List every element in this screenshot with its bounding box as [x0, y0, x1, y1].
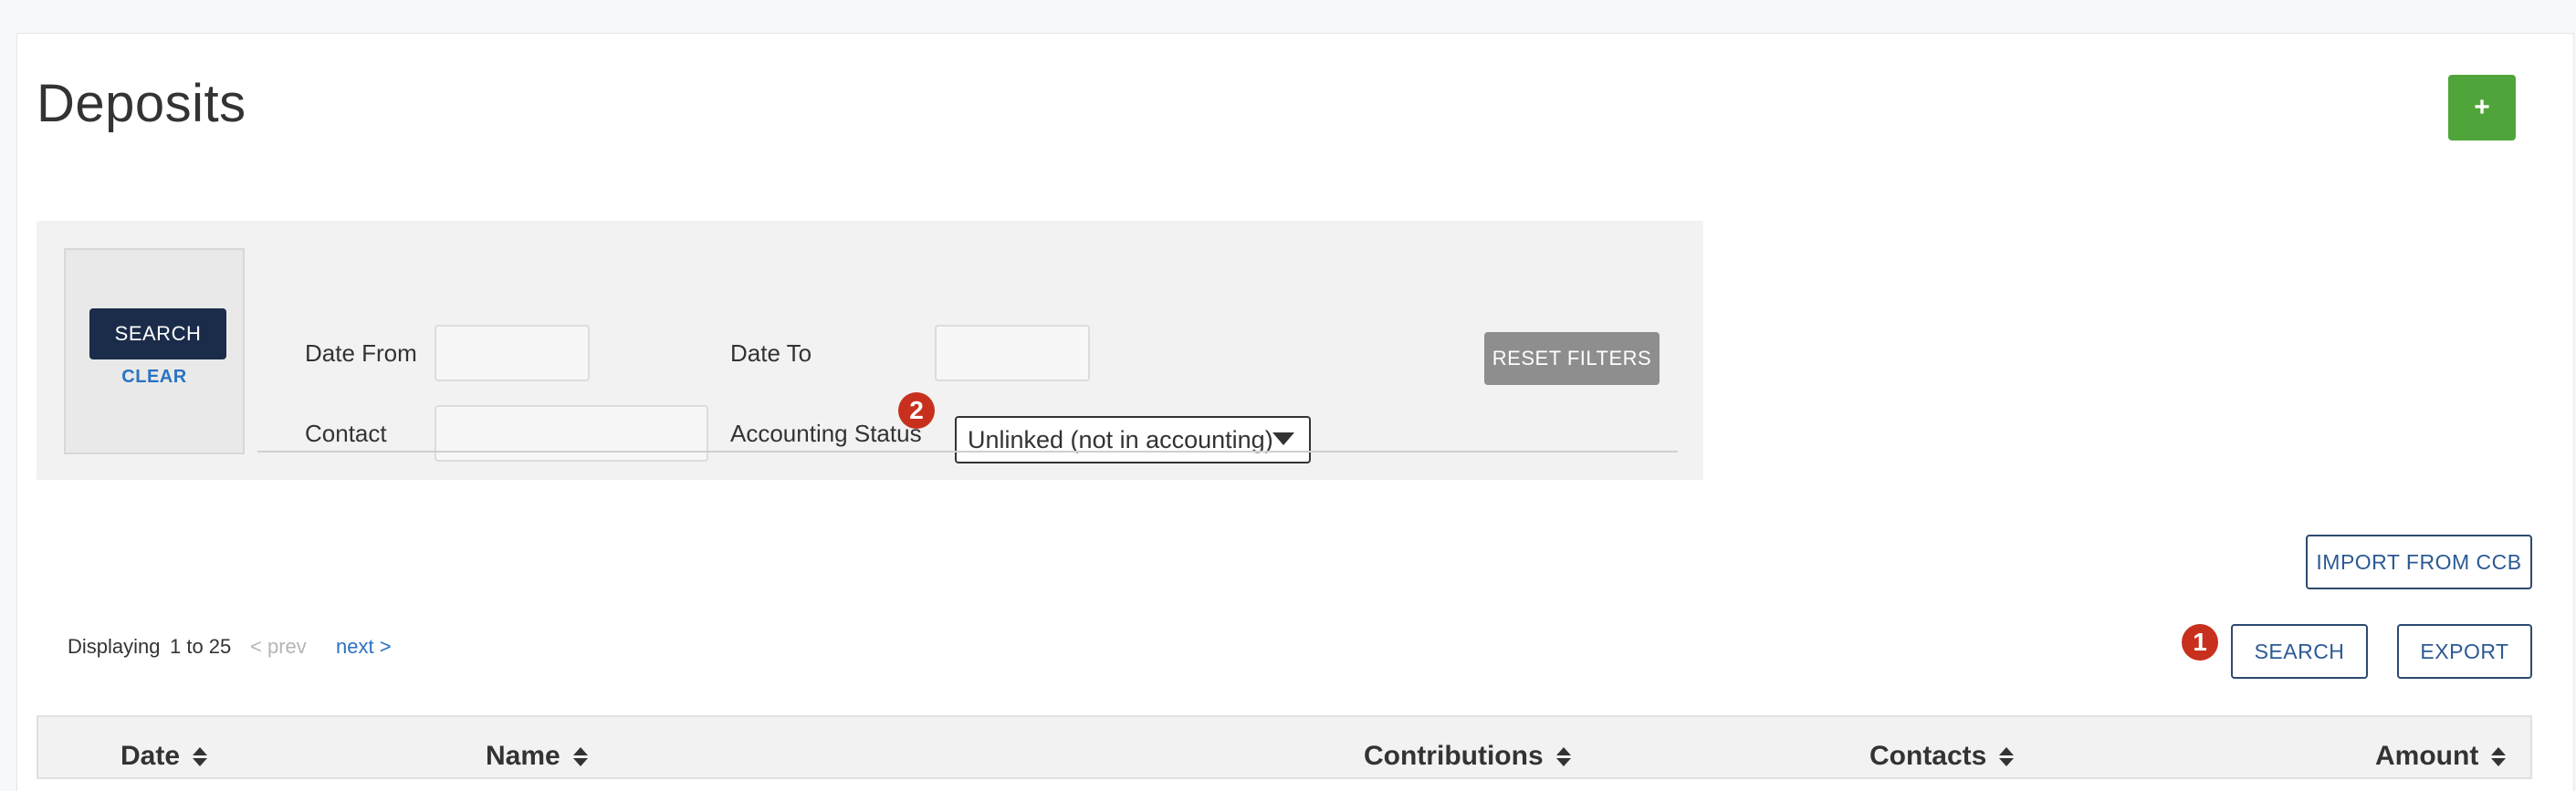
search-well: SEARCH CLEAR: [64, 248, 245, 454]
table-header: Date Name Contributions Contacts Amount: [37, 715, 2532, 779]
sort-icon: [1555, 746, 1571, 766]
clear-filters-link[interactable]: CLEAR: [66, 367, 243, 388]
column-date[interactable]: Date: [120, 741, 208, 772]
column-amount[interactable]: Amount: [2375, 741, 2507, 772]
accounting-status-value: Unlinked (not in accounting): [968, 425, 1273, 453]
column-contacts-label: Contacts: [1869, 741, 1987, 771]
sort-icon: [572, 746, 588, 766]
filter-search-button[interactable]: SEARCH: [89, 308, 226, 359]
date-to-input[interactable]: [935, 325, 1090, 381]
sort-icon: [2491, 746, 2507, 766]
date-from-label: Date From: [305, 339, 417, 367]
search-button[interactable]: SEARCH: [2231, 624, 2368, 679]
displaying-label: Displaying: [68, 635, 161, 658]
page-title: Deposits: [37, 74, 246, 133]
column-date-label: Date: [120, 741, 181, 771]
filter-divider: [257, 451, 1678, 453]
prev-link[interactable]: < prev: [250, 635, 307, 659]
contact-label: Contact: [305, 420, 387, 447]
accounting-status-label: Accounting Status: [730, 420, 922, 447]
column-contributions[interactable]: Contributions: [1364, 741, 1571, 772]
sort-icon: [193, 746, 208, 766]
date-to-label: Date To: [730, 339, 812, 367]
reset-filters-button[interactable]: RESET FILTERS: [1484, 332, 1660, 385]
next-link[interactable]: next >: [336, 635, 392, 659]
date-from-input[interactable]: [435, 325, 590, 381]
filter-panel: SEARCH CLEAR Date From Date To Contact A…: [37, 221, 1703, 480]
column-contributions-label: Contributions: [1364, 741, 1544, 771]
import-from-ccb-button[interactable]: IMPORT FROM CCB: [2306, 535, 2532, 589]
column-contacts[interactable]: Contacts: [1869, 741, 2015, 772]
displaying-range: 1 to 25: [170, 635, 232, 658]
sort-icon: [1999, 746, 2015, 766]
add-deposit-button[interactable]: +: [2448, 75, 2516, 141]
column-amount-label: Amount: [2375, 741, 2479, 771]
column-name[interactable]: Name: [486, 741, 588, 772]
column-name-label: Name: [486, 741, 560, 771]
contact-input[interactable]: [435, 405, 708, 462]
step-badge-2: 2: [898, 392, 935, 429]
chevron-down-icon: [1272, 432, 1294, 445]
accounting-status-select[interactable]: Unlinked (not in accounting): [955, 416, 1311, 463]
export-button[interactable]: EXPORT: [2397, 624, 2532, 679]
step-badge-1: 1: [2182, 624, 2218, 661]
